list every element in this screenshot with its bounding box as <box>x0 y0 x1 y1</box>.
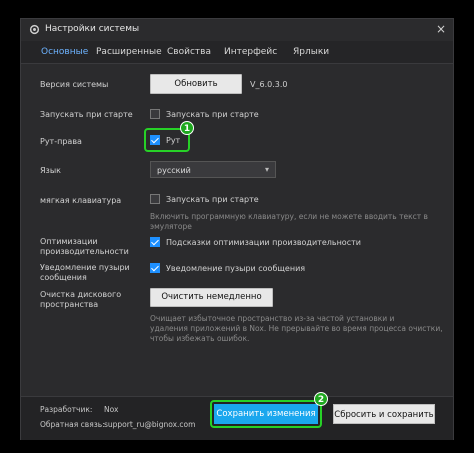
tab-advanced[interactable]: Расширенные <box>96 47 162 57</box>
tab-basic[interactable]: Основные <box>41 47 88 57</box>
autostart-checkbox[interactable] <box>150 109 160 119</box>
tab-bar: Основные Расширенные Свойства Интерфейс … <box>21 41 453 64</box>
optimization-checkbox-label: Подсказки оптимизации производительности <box>166 238 361 247</box>
soft-keyboard-hint-2: эмуляторе <box>150 222 192 231</box>
language-select[interactable]: русский ▾ <box>150 161 276 178</box>
developer-value: Nox <box>104 405 119 414</box>
notifications-label-2: сообщения <box>40 273 87 282</box>
disk-cleanup-hint-2: удаления приложений в Nox. Не прерывайте… <box>150 324 443 333</box>
tab-shortcuts[interactable]: Ярлыки <box>293 47 329 57</box>
title-bar: Настройки системы × <box>21 19 453 41</box>
chevron-down-icon: ▾ <box>264 165 269 174</box>
disk-cleanup-hint-3: чтобы избежать ошибок. <box>150 334 250 343</box>
developer-label: Разработчик: <box>40 405 93 414</box>
soft-keyboard-hint-1: Включить программную клавиатуру, если не… <box>150 212 428 221</box>
root-checkbox[interactable] <box>150 135 160 145</box>
disk-cleanup-label-2: пространства <box>40 300 99 309</box>
soft-keyboard-checkbox-label: Запускать при старте <box>166 195 259 204</box>
language-value: русский <box>157 166 191 175</box>
feedback-label: Обратная связь: <box>40 420 105 429</box>
notifications-label-1: Уведомление пузыри <box>40 263 130 272</box>
feedback-value[interactable]: support_ru@bignox.com <box>104 420 195 429</box>
tab-interface[interactable]: Интерфейс <box>224 47 277 57</box>
window-title: Настройки системы <box>45 24 140 34</box>
system-version-value: V_6.0.3.0 <box>250 80 288 89</box>
optimization-label-2: производительности <box>40 247 129 256</box>
autostart-label: Запускать при старте <box>40 110 133 119</box>
disk-cleanup-hint-1: Очищает избыточное пространство из-за ча… <box>150 314 395 323</box>
step-1-badge: 1 <box>180 121 194 135</box>
update-button[interactable]: Обновить <box>150 74 242 94</box>
save-changes-button[interactable]: Сохранить изменения <box>214 404 318 424</box>
notifications-checkbox-label: Уведомление пузыри сообщения <box>166 264 306 273</box>
soft-keyboard-checkbox[interactable] <box>150 194 160 204</box>
system-version-label: Версия системы <box>40 80 109 89</box>
disk-cleanup-label-1: Очистка дискового <box>40 290 122 299</box>
autostart-checkbox-label: Запускать при старте <box>166 110 259 119</box>
optimization-label-1: Оптимизации <box>40 237 98 246</box>
close-icon[interactable]: × <box>436 22 446 36</box>
reset-and-save-button[interactable]: Сбросить и сохранить <box>333 404 435 424</box>
gear-icon <box>29 24 40 35</box>
notifications-checkbox[interactable] <box>150 263 160 273</box>
language-label: Язык <box>40 166 61 175</box>
root-label: Рут-права <box>40 137 82 146</box>
tab-properties[interactable]: Свойства <box>167 47 211 57</box>
clean-now-button[interactable]: Очистить немедленно <box>150 288 273 307</box>
step-2-badge: 2 <box>314 392 328 406</box>
root-checkbox-label: Рут <box>166 136 181 145</box>
soft-keyboard-label: мягкая клавиатура <box>40 196 122 205</box>
optimization-checkbox[interactable] <box>150 237 160 247</box>
